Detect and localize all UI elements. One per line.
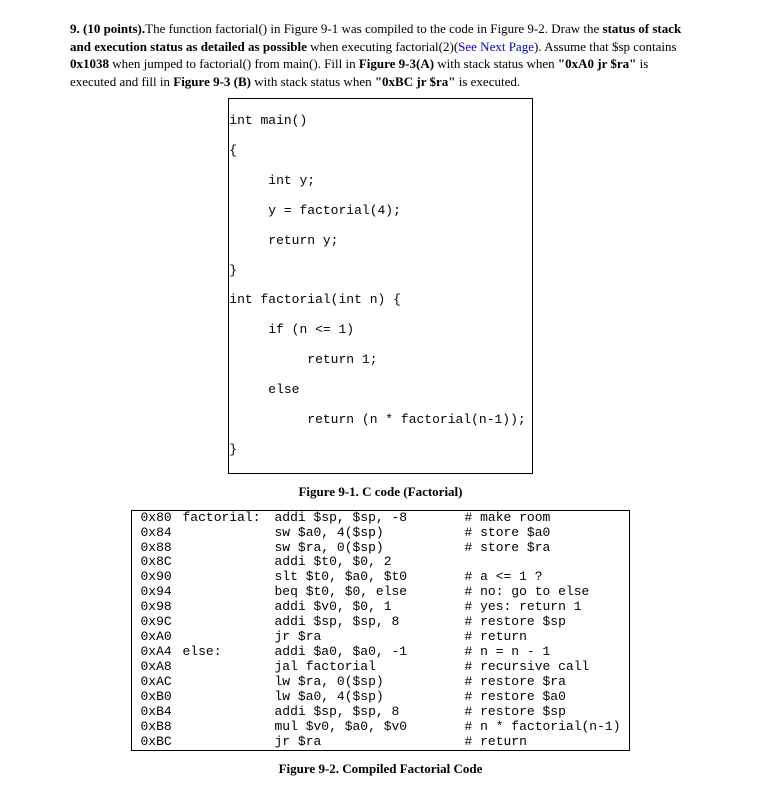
asm-label: factorial: — [182, 511, 274, 526]
c-code-box: int main() { int y; y = factorial(4); re… — [228, 98, 532, 473]
asm-address: 0xB0 — [140, 690, 182, 705]
asm-address: 0xBC — [140, 735, 182, 750]
asm-instruction: addi $t0, $0, 2 — [274, 555, 464, 570]
asm-instruction: lw $a0, 4($sp) — [274, 690, 464, 705]
asm-instruction: beq $t0, $0, else — [274, 585, 464, 600]
asm-line: 0x98 addi $v0, $0, 1# yes: return 1 — [140, 600, 620, 615]
asm-comment: # store $a0 — [464, 525, 550, 540]
asm-comment: # return — [464, 734, 526, 749]
question-text: 9. (10 points).The function factorial() … — [70, 20, 691, 90]
asm-instruction: slt $t0, $a0, $t0 — [274, 570, 464, 585]
asm-instruction: jr $ra — [274, 630, 464, 645]
asm-line: 0xB8 mul $v0, $a0, $v0# n * factorial(n-1… — [140, 720, 620, 735]
asm-address: 0x94 — [140, 585, 182, 600]
assembly-code-box: 0x80factorial:addi $sp, $sp, -8# make ro… — [131, 510, 629, 751]
asm-instruction: addi $sp, $sp, 8 — [274, 705, 464, 720]
asm-address: 0xA4 — [140, 645, 182, 660]
asm-instruction: mul $v0, $a0, $v0 — [274, 720, 464, 735]
asm-line: 0xB0 lw $a0, 4($sp)# restore $a0 — [140, 690, 620, 705]
figure-1-caption: Figure 9-1. C code (Factorial) — [70, 484, 691, 500]
asm-instruction: addi $v0, $0, 1 — [274, 600, 464, 615]
asm-line: 0x8C addi $t0, $0, 2 — [140, 555, 620, 570]
asm-address: 0xB8 — [140, 720, 182, 735]
asm-address: 0xAC — [140, 675, 182, 690]
asm-line: 0xA4else:addi $a0, $a0, -1# n = n - 1 — [140, 645, 620, 660]
asm-comment: # return — [464, 629, 526, 644]
asm-line: 0x88 sw $ra, 0($sp)# store $ra — [140, 541, 620, 556]
asm-comment: # restore $sp — [464, 704, 565, 719]
asm-comment: # a <= 1 ? — [464, 569, 542, 584]
asm-comment: # recursive call — [464, 659, 589, 674]
asm-address: 0x9C — [140, 615, 182, 630]
asm-instruction: addi $sp, $sp, -8 — [274, 511, 464, 526]
asm-comment: # store $ra — [464, 540, 550, 555]
asm-comment: # no: go to else — [464, 584, 589, 599]
asm-instruction: lw $ra, 0($sp) — [274, 675, 464, 690]
asm-line: 0xA8 jal factorial# recursive call — [140, 660, 620, 675]
asm-comment: # make room — [464, 510, 550, 525]
asm-address: 0xB4 — [140, 705, 182, 720]
asm-instruction: jal factorial — [274, 660, 464, 675]
asm-address: 0xA8 — [140, 660, 182, 675]
asm-line: 0xBC jr $ra# return — [140, 735, 620, 750]
figure-2-caption: Figure 9-2. Compiled Factorial Code — [70, 761, 691, 777]
asm-line: 0x84 sw $a0, 4($sp)# store $a0 — [140, 526, 620, 541]
asm-comment: # n = n - 1 — [464, 644, 550, 659]
question-number: 9. (10 points). — [70, 21, 145, 36]
asm-address: 0xA0 — [140, 630, 182, 645]
asm-line: 0xA0 jr $ra# return — [140, 630, 620, 645]
asm-label: else: — [182, 645, 274, 660]
asm-address: 0x8C — [140, 555, 182, 570]
asm-line: 0xB4 addi $sp, $sp, 8# restore $sp — [140, 705, 620, 720]
asm-comment: # restore $sp — [464, 614, 565, 629]
asm-line: 0x80factorial:addi $sp, $sp, -8# make ro… — [140, 511, 620, 526]
asm-instruction: sw $ra, 0($sp) — [274, 541, 464, 556]
asm-comment: # restore $a0 — [464, 689, 565, 704]
asm-instruction: sw $a0, 4($sp) — [274, 526, 464, 541]
asm-instruction: jr $ra — [274, 735, 464, 750]
asm-address: 0x80 — [140, 511, 182, 526]
asm-comment: # yes: return 1 — [464, 599, 581, 614]
asm-instruction: addi $sp, $sp, 8 — [274, 615, 464, 630]
asm-line: 0x90 slt $t0, $a0, $t0# a <= 1 ? — [140, 570, 620, 585]
asm-line: 0x9C addi $sp, $sp, 8# restore $sp — [140, 615, 620, 630]
asm-comment: # n * factorial(n-1) — [464, 719, 620, 734]
asm-instruction: addi $a0, $a0, -1 — [274, 645, 464, 660]
asm-address: 0x84 — [140, 526, 182, 541]
asm-address: 0x90 — [140, 570, 182, 585]
asm-address: 0x98 — [140, 600, 182, 615]
asm-comment: # restore $ra — [464, 674, 565, 689]
asm-address: 0x88 — [140, 541, 182, 556]
asm-line: 0xAC lw $ra, 0($sp)# restore $ra — [140, 675, 620, 690]
asm-line: 0x94 beq $t0, $0, else# no: go to else — [140, 585, 620, 600]
